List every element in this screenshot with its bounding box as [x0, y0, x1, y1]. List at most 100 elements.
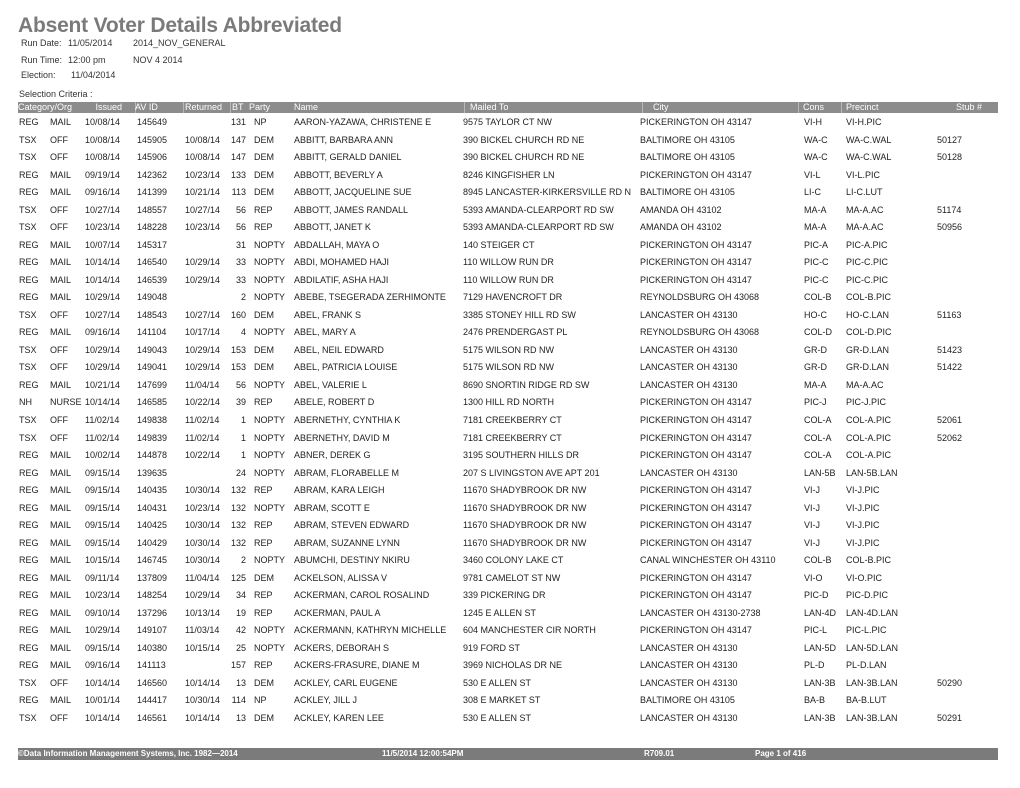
column-header-precinct[interactable]: Precinct — [846, 102, 879, 113]
cell-bt: 132 — [230, 537, 246, 548]
election-code: 2014_NOV_GENERAL — [133, 38, 226, 48]
cell-city: REYNOLDSBURG OH 43068 — [640, 327, 760, 338]
cell-bt: 56 — [235, 204, 246, 215]
cell-party: NOPTY — [254, 327, 286, 338]
table-row: REG MAIL 10/02/14 144878 10/22/14 1 NOPTY ABNER… — [0, 447, 1020, 464]
cell-name: ABDI, MOHAMED HAJI — [294, 257, 390, 268]
cell-cons: LI-C — [804, 187, 822, 198]
cell-city: PICKERINGTON OH 43147 — [640, 537, 752, 548]
cell-city: BALTIMORE OH 43105 — [640, 695, 735, 706]
cell-category: REG — [19, 467, 39, 478]
cell-cons: PIC-C — [804, 274, 829, 285]
cell-issued: 10/14/14 — [85, 397, 121, 408]
cell-city: PICKERINGTON OH 43147 — [640, 415, 752, 425]
cell-cons: PIC-D — [804, 590, 829, 601]
cell-precinct: LAN-5D.LAN — [846, 642, 899, 653]
cell-bt: 42 — [235, 625, 246, 636]
cell-returned: 10/23/14 — [185, 169, 221, 180]
cell-returned: 10/23/14 — [185, 502, 221, 513]
cell-precinct: PIC-L.PIC — [846, 625, 887, 636]
column-header-name[interactable]: Name — [294, 102, 318, 113]
cell-av-id: 149839 — [137, 432, 168, 443]
cell-issued: 10/07/14 — [85, 239, 121, 250]
cell-name: ABERNETHY, DAVID M — [294, 432, 390, 443]
cell-bt: 33 — [235, 274, 246, 285]
column-header-stub[interactable]: Stub # — [956, 102, 982, 113]
cell-bt: 153 — [230, 362, 246, 373]
cell-issued: 10/27/14 — [85, 309, 121, 320]
cell-av-id: 140425 — [137, 520, 168, 531]
cell-returned: 10/29/14 — [185, 257, 221, 268]
cell-bt: 114 — [231, 695, 246, 706]
footer-report-id: R709.01 — [644, 749, 675, 758]
cell-issued: 10/27/14 — [85, 204, 121, 215]
cell-issued: 09/16/14 — [85, 660, 121, 671]
cell-av-id: 140435 — [137, 485, 168, 496]
column-header-av-id[interactable]: AV ID — [135, 102, 158, 113]
column-header-mailed-to[interactable]: Mailed To — [470, 102, 508, 113]
cell-category: REG — [19, 520, 39, 531]
cell-cons: PIC-L — [804, 625, 828, 636]
cell-av-id: 148557 — [137, 204, 168, 215]
cell-av-id: 140431 — [137, 502, 168, 513]
cell-party: NOPTY — [254, 450, 286, 461]
column-header-issued[interactable]: Issued — [95, 102, 122, 113]
cell-av-id: 149048 — [137, 292, 168, 303]
cell-precinct: VI-J.PIC — [846, 502, 880, 513]
cell-returned: 10/14/14 — [185, 677, 221, 688]
cell-returned: 10/29/14 — [185, 590, 221, 601]
cell-category: TSX — [19, 713, 37, 724]
cell-org: MAIL — [50, 327, 72, 338]
cell-precinct: COL-B.PIC — [846, 292, 892, 303]
column-header-city[interactable]: City — [653, 102, 669, 113]
cell-cons: MA-A — [804, 204, 827, 215]
header-separator — [183, 102, 184, 113]
cell-org: MAIL — [50, 537, 72, 548]
cell-org: OFF — [50, 344, 68, 355]
cell-cons: HO-C — [804, 309, 827, 320]
cell-name: ACKLEY, KAREN LEE — [294, 713, 384, 724]
cell-av-id: 141113 — [137, 660, 166, 671]
cell-cons: COL-A — [804, 432, 832, 443]
cell-av-id: 148543 — [137, 309, 168, 320]
run-time: 12:00 pm — [68, 55, 106, 65]
cell-city: REYNOLDSBURG OH 43068 — [640, 292, 760, 303]
cell-city: PICKERINGTON OH 43147 — [640, 432, 752, 443]
cell-party: NOPTY — [254, 274, 286, 285]
cell-av-id: 149107 — [137, 625, 168, 636]
cell-precinct: MA-A.AC — [846, 222, 884, 233]
cell-category: REG — [19, 187, 39, 198]
column-header-returned[interactable]: Returned — [185, 102, 222, 113]
cell-name: ABELE, ROBERT D — [294, 397, 375, 408]
cell-returned: 10/08/14 — [185, 152, 221, 163]
cell-stub: 50956 — [937, 222, 963, 233]
column-header-party[interactable]: Party — [249, 102, 270, 113]
cell-bt: 19 — [235, 607, 246, 618]
election-label: Election: — [21, 70, 56, 80]
cell-precinct: MA-A.AC — [846, 379, 884, 390]
table-row: REG MAIL 10/23/14 148254 10/29/14 34 REP ACKERM… — [0, 587, 1020, 604]
cell-returned: 10/29/14 — [185, 344, 221, 355]
cell-category: REG — [19, 274, 39, 285]
cell-name: ABRAM, SCOTT E — [294, 502, 370, 513]
cell-cons: VI-J — [804, 537, 821, 548]
column-header-cons[interactable]: Cons — [803, 102, 824, 113]
cell-mailed-to: 7129 HAVENCROFT DR — [463, 292, 563, 303]
cell-city: LANCASTER OH 43130 — [640, 642, 738, 653]
cell-category: REG — [19, 292, 39, 303]
cell-category: REG — [19, 590, 39, 601]
cell-issued: 10/23/14 — [85, 222, 121, 233]
cell-precinct: COL-A.PIC — [846, 450, 892, 461]
cell-party: DEM — [254, 344, 274, 355]
cell-bt: 2 — [240, 292, 246, 303]
cell-issued: 09/11/14 — [85, 572, 120, 583]
cell-returned: 10/21/14 — [185, 187, 221, 198]
cell-issued: 10/29/14 — [85, 362, 121, 373]
cell-category: REG — [19, 169, 39, 180]
cell-returned: 11/02/14 — [185, 415, 220, 425]
cell-mailed-to: 7181 CREEKBERRY CT — [463, 432, 562, 443]
cell-mailed-to: 110 WILLOW RUN DR — [463, 274, 554, 285]
column-header-bt[interactable]: BT — [232, 102, 244, 113]
cell-precinct: PIC-A.PIC — [846, 239, 888, 250]
column-header-category-org[interactable]: Category/Org — [18, 102, 72, 113]
